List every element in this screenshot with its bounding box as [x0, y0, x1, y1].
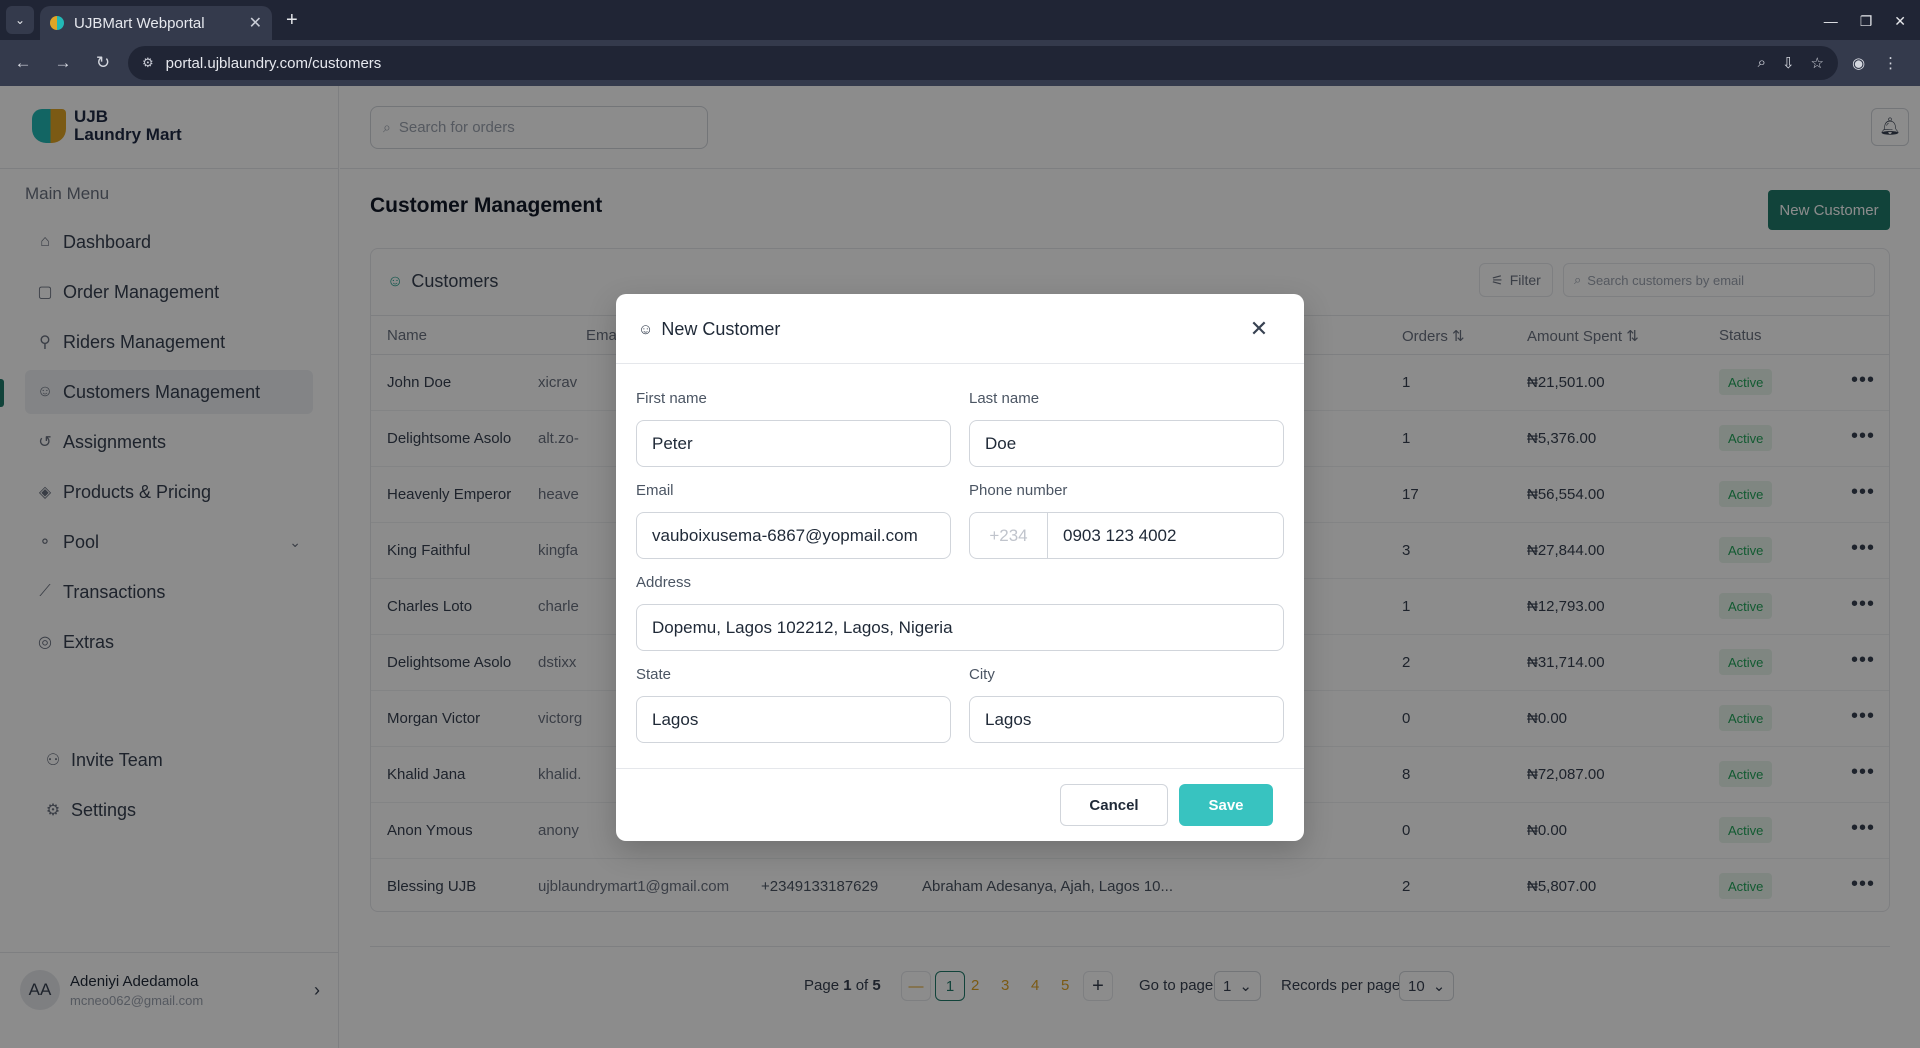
new-tab-icon[interactable]: + — [286, 9, 298, 32]
first-name-field[interactable]: Peter — [636, 420, 951, 467]
state-field[interactable]: Lagos — [636, 696, 951, 743]
url-field[interactable]: ⚙ portal.ujblaundry.com/customers ⌕ ⇩ ☆ — [128, 46, 1838, 80]
forward-icon[interactable]: → — [46, 53, 80, 73]
email-label: Email — [636, 482, 674, 499]
favicon-icon — [50, 16, 64, 30]
install-icon[interactable]: ⇩ — [1782, 54, 1795, 72]
phone-number-value[interactable]: 0903 123 4002 — [1048, 526, 1176, 546]
browser-tab-bar: ⌄ UJBMart Webportal ✕ + — ❐ ✕ — [0, 0, 1920, 40]
phone-label: Phone number — [969, 482, 1068, 499]
tab-close-icon[interactable]: ✕ — [249, 13, 262, 33]
modal-header: ☺ New Customer ✕ — [616, 294, 1304, 364]
last-name-field[interactable]: Doe — [969, 420, 1284, 467]
city-field[interactable]: Lagos — [969, 696, 1284, 743]
modal-footer-divider — [616, 768, 1304, 769]
last-name-label: Last name — [969, 390, 1040, 407]
zoom-icon[interactable]: ⌕ — [1758, 54, 1766, 72]
bookmark-star-icon[interactable]: ☆ — [1811, 54, 1824, 72]
save-button[interactable]: Save — [1179, 784, 1273, 826]
phone-field[interactable]: +234 0903 123 4002 — [969, 512, 1284, 559]
tab-title: UJBMart Webportal — [74, 14, 205, 32]
window-controls: — ❐ ✕ — [1824, 13, 1906, 30]
first-name-label: First name — [636, 390, 707, 407]
address-label: Address — [636, 574, 692, 591]
phone-country-code: +234 — [970, 513, 1048, 558]
new-customer-modal: ☺ New Customer ✕ First name Peter Last n… — [616, 294, 1304, 841]
profile-icon[interactable]: ◉ — [1852, 54, 1865, 72]
state-label: State — [636, 666, 672, 683]
tab-search-icon[interactable]: ⌄ — [6, 6, 34, 34]
url-text: portal.ujblaundry.com/customers — [165, 54, 382, 72]
cancel-button[interactable]: Cancel — [1060, 784, 1168, 826]
address-bar: ← → ↻ ⚙ portal.ujblaundry.com/customers … — [0, 40, 1920, 86]
site-info-icon[interactable]: ⚙ — [142, 55, 154, 71]
user-icon: ☺ — [638, 321, 654, 338]
minimize-icon[interactable]: — — [1824, 13, 1838, 30]
reload-icon[interactable]: ↻ — [86, 53, 120, 73]
browser-tab[interactable]: UJBMart Webportal ✕ — [40, 6, 272, 40]
address-field[interactable]: Dopemu, Lagos 102212, Lagos, Nigeria — [636, 604, 1284, 651]
close-icon[interactable]: ✕ — [1246, 316, 1272, 342]
close-window-icon[interactable]: ✕ — [1894, 13, 1906, 30]
email-field[interactable]: vauboixusema-6867@yopmail.com — [636, 512, 951, 559]
city-label: City — [969, 666, 995, 683]
back-icon[interactable]: ← — [6, 53, 40, 73]
browser-menu-icon[interactable]: ⋮ — [1883, 54, 1898, 72]
restore-icon[interactable]: ❐ — [1860, 13, 1873, 30]
modal-title: New Customer — [661, 319, 781, 339]
